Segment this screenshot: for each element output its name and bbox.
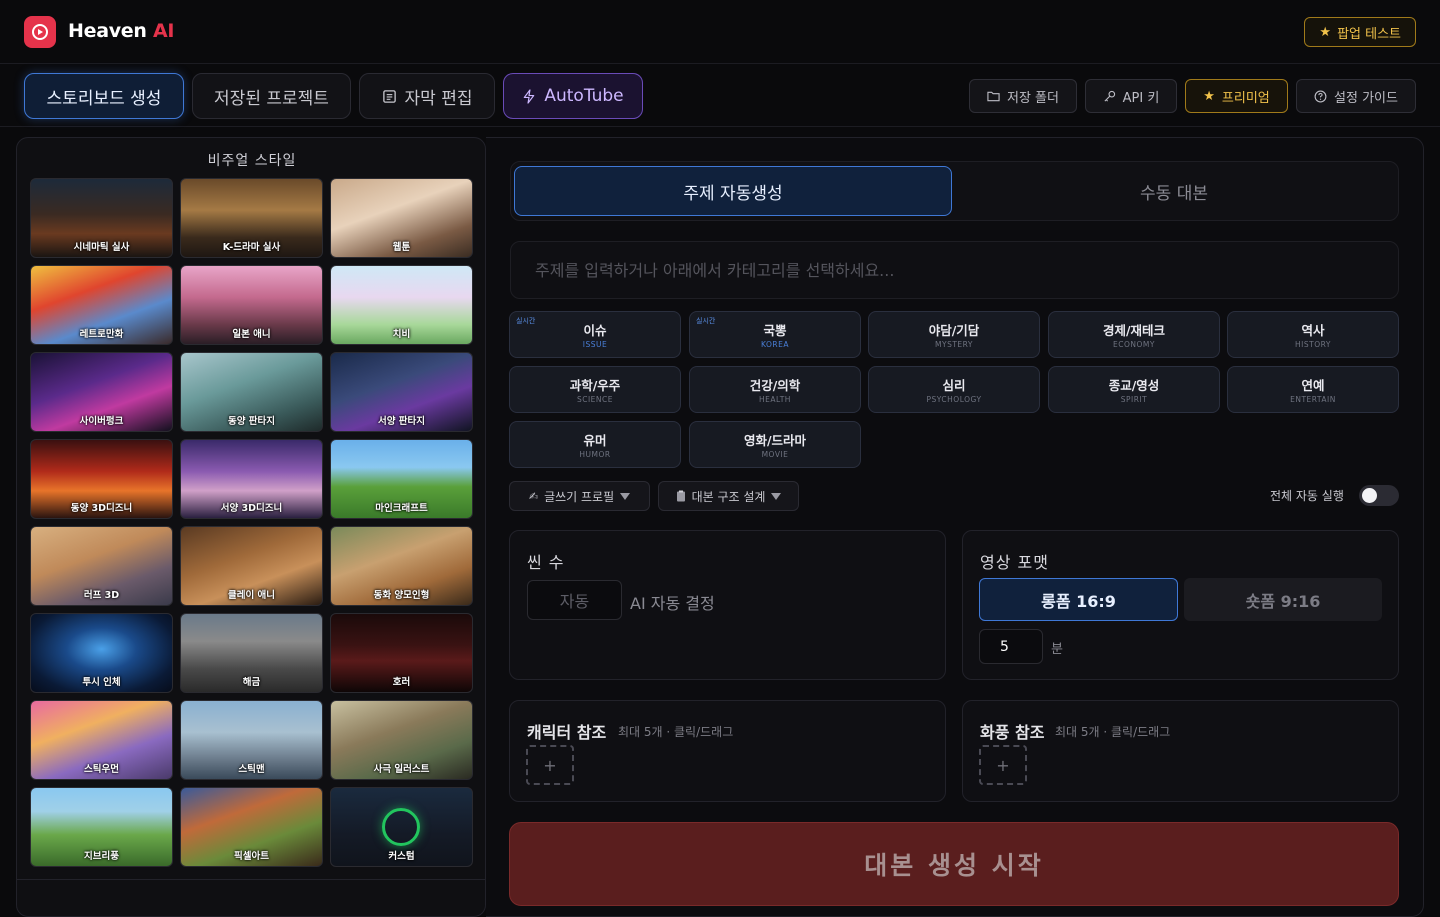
category-science[interactable]: 과학/우주 SCIENCE xyxy=(509,366,681,413)
category-mystery[interactable]: 야담/기담 MYSTERY xyxy=(868,311,1040,358)
star-icon: ★ xyxy=(1319,24,1332,40)
duration-unit: 분 xyxy=(1051,642,1063,657)
auto-run-label: 전체 자동 실행 xyxy=(1270,489,1344,503)
script-structure-dropdown[interactable]: 대본 구조 설계 xyxy=(658,481,799,511)
video-format-title: 영상 포맷 xyxy=(980,553,1049,572)
art-ref-hint: 최대 5개 · 클릭/드래그 xyxy=(1055,725,1171,739)
style-tile-historical[interactable]: 사극 일러스트 xyxy=(330,700,473,780)
style-tile-retro-comic[interactable]: 레트로만화 xyxy=(30,265,173,345)
tab-subtitle-edit[interactable]: 자막 편집 xyxy=(359,73,495,119)
style-tile-western-3d[interactable]: 서양 3D디즈니 xyxy=(180,439,323,519)
style-tile-anime[interactable]: 일본 애니 xyxy=(180,265,323,345)
tab-autotube[interactable]: AutoTube xyxy=(503,73,643,119)
style-tile-custom[interactable]: 커스텀 xyxy=(330,787,473,867)
style-tile-cinematic[interactable]: 시네마틱 실사 xyxy=(30,178,173,258)
top-bar: Heaven AI ★ 팝업 테스트 xyxy=(0,0,1440,64)
folder-icon xyxy=(987,90,1000,102)
style-tile-clay[interactable]: 클레이 애니 xyxy=(180,526,323,606)
premium-button[interactable]: ★ 프리미엄 xyxy=(1185,79,1288,113)
style-tile-western-fantasy[interactable]: 서양 판타지 xyxy=(330,352,473,432)
style-tile-cyberpunk[interactable]: 사이버펑크 xyxy=(30,352,173,432)
category-economy[interactable]: 경제/재테크 ECONOMY xyxy=(1048,311,1220,358)
style-tile-stick-man[interactable]: 스틱맨 xyxy=(180,700,323,780)
style-tile-chibi[interactable]: 치비 xyxy=(330,265,473,345)
visual-style-panel: 비주얼 스타일 시네마틱 실사 K-드라마 실사 웹툰 레트로만화 일본 애니 … xyxy=(16,137,487,917)
category-entertain[interactable]: 연예 ENTERTAIN xyxy=(1227,366,1399,413)
format-short-button[interactable]: 숏폼 9:16 xyxy=(1184,578,1382,621)
category-issue[interactable]: 실시간 이슈 ISSUE xyxy=(509,311,681,358)
character-ref-title: 캐릭터 참조 xyxy=(527,723,607,742)
style-tile-felt-doll[interactable]: 동화 양모인형 xyxy=(330,526,473,606)
style-tile-eastern-fantasy[interactable]: 동양 판타지 xyxy=(180,352,323,432)
tab-auto-topic[interactable]: 주제 자동생성 xyxy=(514,166,952,216)
panel-divider xyxy=(17,879,487,880)
chevron-down-icon xyxy=(620,492,631,500)
style-tile-webtoon[interactable]: 웹툰 xyxy=(330,178,473,258)
style-tile-pixel-art[interactable]: 픽셀아트 xyxy=(180,787,323,867)
key-icon xyxy=(1103,90,1116,103)
scene-count-title: 씬 수 xyxy=(527,553,565,572)
category-humor[interactable]: 유머 HUMOR xyxy=(509,421,681,468)
popup-test-button[interactable]: ★ 팝업 테스트 xyxy=(1304,17,1416,47)
style-tile-ghibli[interactable]: 지브리풍 xyxy=(30,787,173,867)
topic-input[interactable] xyxy=(510,241,1399,299)
setup-guide-button[interactable]: 설정 가이드 xyxy=(1296,79,1416,113)
app-logo-icon xyxy=(24,16,56,48)
style-tile-kdrama[interactable]: K-드라마 실사 xyxy=(180,178,323,258)
writer-profile-dropdown[interactable]: ✍ 글쓰기 프로필 xyxy=(509,481,650,511)
character-ref-hint: 최대 5개 · 클릭/드래그 xyxy=(618,725,734,739)
api-key-button[interactable]: API 키 xyxy=(1085,79,1177,113)
style-tile-rough-3d[interactable]: 러프 3D xyxy=(30,526,173,606)
tab-manual-script[interactable]: 수동 대본 xyxy=(952,166,1396,216)
category-movie[interactable]: 영화/드라마 MOVIE xyxy=(689,421,861,468)
style-tile-stick-woman[interactable]: 스틱우먼 xyxy=(30,700,173,780)
category-spirit[interactable]: 종교/영성 SPIRIT xyxy=(1048,366,1220,413)
chevron-down-icon xyxy=(771,492,782,500)
style-tile-horror[interactable]: 호러 xyxy=(330,613,473,693)
tab-storyboard[interactable]: 스토리보드 생성 xyxy=(24,73,184,119)
scene-count-hint: AI 자동 결정 xyxy=(630,594,715,613)
document-icon xyxy=(382,89,397,104)
style-tile-haegeum[interactable]: 해금 xyxy=(180,613,323,693)
auto-run-toggle[interactable] xyxy=(1359,485,1399,506)
add-art-style-button[interactable]: + xyxy=(979,745,1027,785)
custom-circle-icon xyxy=(382,808,420,846)
start-script-button[interactable]: 대본 생성 시작 xyxy=(509,822,1399,906)
plus-icon: + xyxy=(543,755,557,775)
main-nav: 스토리보드 생성 저장된 프로젝트 자막 편집 AutoTube 저장 폴더 A… xyxy=(0,65,1440,127)
style-tile-minecraft[interactable]: 마인크래프트 xyxy=(330,439,473,519)
category-korea[interactable]: 실시간 국뽕 KOREA xyxy=(689,311,861,358)
star-icon: ★ xyxy=(1203,88,1215,104)
add-character-button[interactable]: + xyxy=(526,745,574,785)
clipboard-icon xyxy=(676,490,686,502)
scene-count-field[interactable]: 자동 xyxy=(527,580,622,620)
category-psychology[interactable]: 심리 PSYCHOLOGY xyxy=(868,366,1040,413)
style-tile-xray-body[interactable]: 투시 인체 xyxy=(30,613,173,693)
category-history[interactable]: 역사 HISTORY xyxy=(1227,311,1399,358)
duration-minutes-input[interactable] xyxy=(979,629,1043,664)
style-tile-eastern-3d[interactable]: 동양 3D디즈니 xyxy=(30,439,173,519)
writing-hand-icon: ✍ xyxy=(528,489,539,503)
app-title: Heaven AI xyxy=(68,20,175,42)
tab-saved-projects[interactable]: 저장된 프로젝트 xyxy=(192,73,351,119)
help-circle-icon xyxy=(1314,90,1327,103)
plus-icon: + xyxy=(996,755,1010,775)
save-folder-button[interactable]: 저장 폴더 xyxy=(969,79,1077,113)
format-long-button[interactable]: 롱폼 16:9 xyxy=(979,578,1178,621)
visual-style-title: 비주얼 스타일 xyxy=(207,153,297,169)
lightning-icon xyxy=(522,88,536,104)
character-ref-card xyxy=(509,700,946,802)
art-ref-card xyxy=(962,700,1399,802)
art-ref-title: 화풍 참조 xyxy=(980,723,1045,742)
category-health[interactable]: 건강/의학 HEALTH xyxy=(689,366,861,413)
